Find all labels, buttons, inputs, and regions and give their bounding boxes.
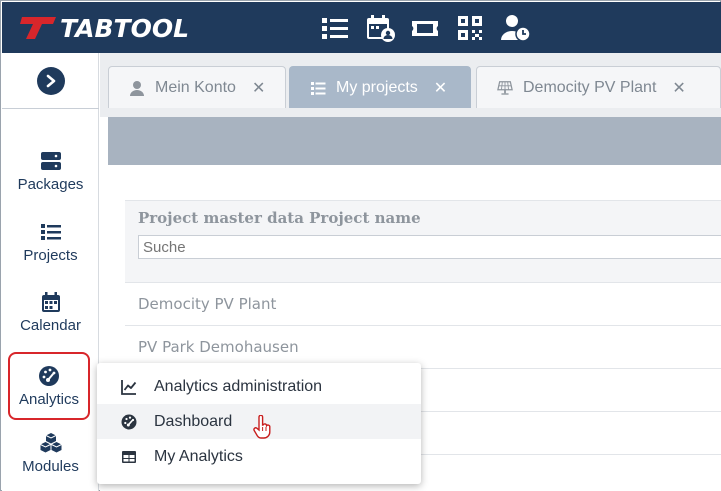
list-icon[interactable] <box>318 11 352 45</box>
top-toolbar <box>318 10 543 46</box>
logo-text: TABTOOL <box>60 13 190 43</box>
calendar-icon <box>41 291 60 312</box>
content-header-bar <box>108 117 721 165</box>
tab-label: My projects <box>336 78 418 96</box>
tab-mein-konto[interactable]: Mein Konto ✕ <box>108 66 286 108</box>
qr-code-icon[interactable] <box>453 11 487 45</box>
column-header[interactable]: Project master data Project name <box>138 209 721 227</box>
sidebar: Packages Projects Calendar Analytics Mod… <box>2 53 99 491</box>
menu-item-label: Analytics administration <box>154 377 323 395</box>
menu-item-my-analytics[interactable]: My Analytics <box>97 439 421 474</box>
sidebar-toggle-area <box>2 53 99 109</box>
top-header: TABTOOL <box>2 2 721 53</box>
tab-bar: Mein Konto ✕ My projects ✕ Democity PV P… <box>100 53 721 117</box>
user-icon <box>130 80 144 96</box>
logo[interactable]: TABTOOL <box>18 13 189 43</box>
user-clock-icon[interactable] <box>498 11 532 45</box>
hand-pointer-icon <box>253 415 271 439</box>
gauge-icon <box>39 365 59 386</box>
menu-item-analytics-administration[interactable]: Analytics administration <box>97 369 421 404</box>
logo-mark-icon <box>20 17 56 39</box>
table-row[interactable]: PV Park Demohausen <box>125 325 721 368</box>
close-icon[interactable]: ✕ <box>252 78 265 97</box>
sidebar-item-modules[interactable]: Modules <box>2 421 99 485</box>
menu-item-label: Dashboard <box>154 412 233 430</box>
tab-my-projects[interactable]: My projects ✕ <box>289 66 471 108</box>
tab-label: Mein Konto <box>155 78 236 96</box>
sidebar-item-packages[interactable]: Packages <box>2 139 99 203</box>
table-header: Project master data Project name <box>125 200 721 282</box>
sidebar-toggle-button[interactable] <box>36 66 65 95</box>
list-icon <box>40 223 61 240</box>
sidebar-item-projects[interactable]: Projects <box>2 210 99 274</box>
server-icon <box>40 151 61 170</box>
sidebar-item-label: Analytics <box>18 390 80 408</box>
sidebar-item-label: Modules <box>22 457 79 475</box>
search-input[interactable] <box>138 235 721 259</box>
calendar-user-icon[interactable] <box>363 11 397 45</box>
list-icon <box>311 81 326 95</box>
solar-panel-icon <box>497 80 513 95</box>
gauge-icon <box>121 414 137 429</box>
sidebar-item-calendar[interactable]: Calendar <box>2 280 99 344</box>
close-icon[interactable]: ✕ <box>434 78 447 97</box>
sidebar-item-analytics[interactable]: Analytics <box>8 352 90 420</box>
table-icon <box>122 450 136 463</box>
tab-democity-pv-plant[interactable]: Democity PV Plant ✕ <box>476 66 721 108</box>
close-icon[interactable]: ✕ <box>672 78 685 97</box>
tab-label: Democity PV Plant <box>523 78 657 96</box>
chart-line-icon <box>121 379 137 395</box>
table-row[interactable]: Democity PV Plant <box>125 282 721 325</box>
sidebar-item-label: Projects <box>23 246 78 264</box>
ticket-icon[interactable] <box>408 11 442 45</box>
sidebar-item-label: Calendar <box>20 316 81 334</box>
menu-item-label: My Analytics <box>154 447 243 465</box>
chevron-right-icon <box>46 74 55 87</box>
cubes-icon <box>39 432 62 452</box>
sidebar-item-label: Packages <box>17 175 84 193</box>
app-window: TABTOOL Packages Projects Calendar Analy… <box>0 0 721 491</box>
